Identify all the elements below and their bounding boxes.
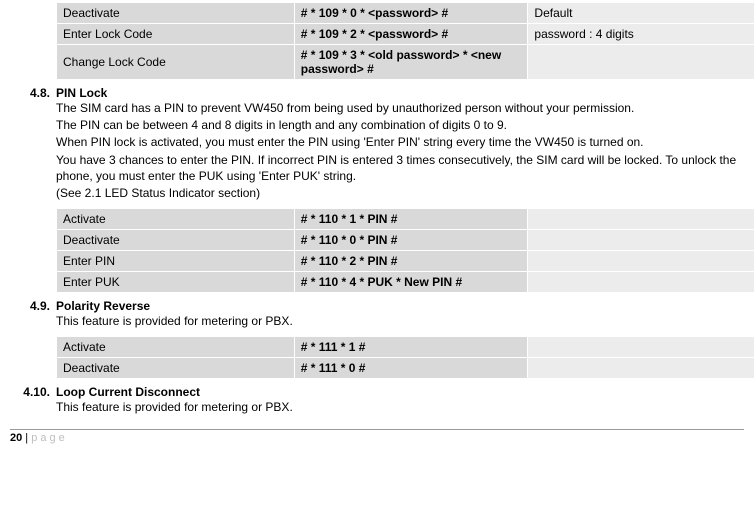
row-label: Deactivate — [57, 230, 294, 250]
row-note — [528, 45, 754, 79]
polarity-reverse-table: Activate # * 111 * 1 # Deactivate # * 11… — [56, 336, 754, 379]
paragraph: You have 3 chances to enter the PIN. If … — [56, 152, 744, 184]
section-title: Loop Current Disconnect — [56, 385, 744, 399]
row-command: # * 109 * 2 * <password> # — [295, 24, 528, 44]
section-4-10: 4.10. Loop Current Disconnect This featu… — [10, 385, 744, 416]
row-label: Change Lock Code — [57, 45, 294, 79]
page-footer: 20 | page — [0, 432, 754, 450]
row-command: # * 110 * 4 * PUK * New PIN # — [295, 272, 528, 292]
footer-sep: | — [22, 432, 31, 444]
row-command: # * 111 * 0 # — [295, 358, 528, 378]
section-4-9: 4.9. Polarity Reverse This feature is pr… — [10, 299, 744, 330]
section-title: Polarity Reverse — [56, 299, 744, 313]
section-title: PIN Lock — [56, 86, 744, 100]
row-command: # * 109 * 0 * <password> # — [295, 3, 528, 23]
row-command: # * 109 * 3 * <old password> * <new pass… — [295, 45, 528, 79]
row-command: # * 110 * 0 * PIN # — [295, 230, 528, 250]
row-note — [528, 337, 754, 357]
table-row: Enter Lock Code # * 109 * 2 * <password>… — [57, 24, 754, 44]
paragraph: (See 2.1 LED Status Indicator section) — [56, 185, 744, 201]
section-number: 4.10. — [10, 385, 56, 399]
footer-rule — [10, 429, 744, 430]
row-note — [528, 251, 754, 271]
footer-label: page — [31, 432, 67, 444]
row-label: Activate — [57, 209, 294, 229]
lock-code-table: Deactivate # * 109 * 0 * <password> # De… — [56, 2, 754, 80]
row-label: Enter PUK — [57, 272, 294, 292]
paragraph: When PIN lock is activated, you must ent… — [56, 134, 744, 150]
row-label: Enter PIN — [57, 251, 294, 271]
row-command: # * 110 * 2 * PIN # — [295, 251, 528, 271]
pin-lock-table: Activate # * 110 * 1 * PIN # Deactivate … — [56, 208, 754, 293]
table-row: Deactivate # * 111 * 0 # — [57, 358, 754, 378]
table-row: Activate # * 111 * 1 # — [57, 337, 754, 357]
row-note — [528, 358, 754, 378]
row-note: password : 4 digits — [528, 24, 754, 44]
table-row: Deactivate # * 110 * 0 * PIN # — [57, 230, 754, 250]
document-page: Deactivate # * 109 * 0 * <password> # De… — [0, 2, 754, 417]
page-number: 20 — [10, 432, 22, 444]
table-row: Enter PIN # * 110 * 2 * PIN # — [57, 251, 754, 271]
row-label: Deactivate — [57, 3, 294, 23]
table-row: Deactivate # * 109 * 0 * <password> # De… — [57, 3, 754, 23]
row-command: # * 110 * 1 * PIN # — [295, 209, 528, 229]
paragraph: The SIM card has a PIN to prevent VW450 … — [56, 100, 744, 116]
row-note — [528, 230, 754, 250]
paragraph: The PIN can be between 4 and 8 digits in… — [56, 117, 744, 133]
table-row: Activate # * 110 * 1 * PIN # — [57, 209, 754, 229]
row-label: Enter Lock Code — [57, 24, 294, 44]
row-note: Default — [528, 3, 754, 23]
row-label: Activate — [57, 337, 294, 357]
section-number: 4.8. — [10, 86, 56, 100]
table-row: Enter PUK # * 110 * 4 * PUK * New PIN # — [57, 272, 754, 292]
section-4-8: 4.8. PIN Lock The SIM card has a PIN to … — [10, 86, 744, 202]
row-command: # * 111 * 1 # — [295, 337, 528, 357]
row-note — [528, 209, 754, 229]
paragraph: This feature is provided for metering or… — [56, 399, 744, 415]
row-note — [528, 272, 754, 292]
paragraph: This feature is provided for metering or… — [56, 313, 744, 329]
section-number: 4.9. — [10, 299, 56, 313]
table-row: Change Lock Code # * 109 * 3 * <old pass… — [57, 45, 754, 79]
row-label: Deactivate — [57, 358, 294, 378]
